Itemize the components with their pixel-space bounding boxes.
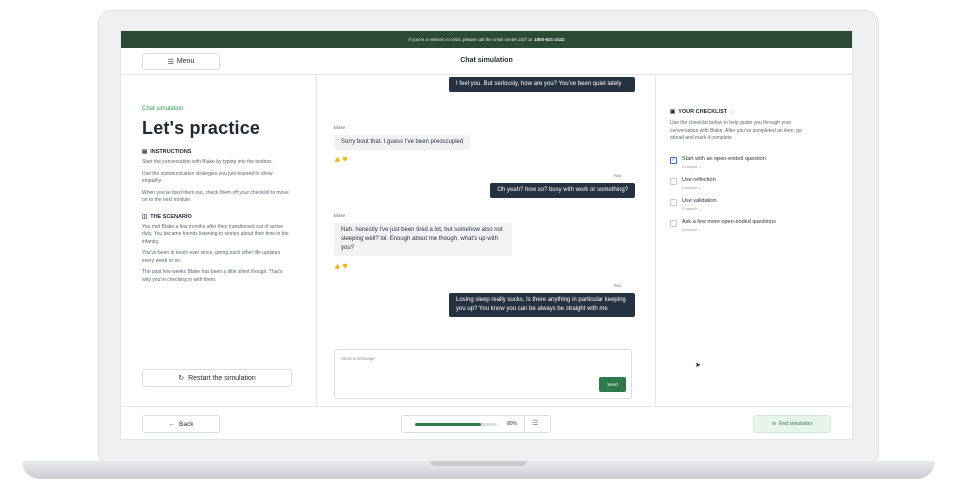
- restart-simulation-button[interactable]: ↻ Restart the simulation: [142, 369, 292, 387]
- info-icon[interactable]: ⓘ: [730, 108, 736, 116]
- reaction-icons[interactable]: 👍 👎: [334, 157, 348, 163]
- reaction-icons[interactable]: 👍 👎: [334, 264, 348, 270]
- checklist-item-label: Start with an open-ended question: [682, 155, 766, 162]
- scenario-title-text: THE SCENARIO: [150, 213, 192, 220]
- instruction-text: When you've tried them out, check them o…: [142, 189, 289, 204]
- document-icon: ▤: [142, 149, 148, 155]
- clipboard-icon: ▣: [670, 109, 676, 115]
- back-label: Back: [179, 420, 194, 428]
- chat-panel: I feel you. But seriously, how are you? …: [317, 75, 656, 406]
- top-bar: ☰ Menu Chat simulation: [121, 48, 852, 75]
- list-icon[interactable]: ☰: [532, 419, 538, 427]
- checklist-panel: ▣ YOUR CHECKLIST ⓘ Use the checklist bel…: [656, 75, 852, 406]
- message-input[interactable]: Send a message Send: [334, 349, 632, 399]
- checkbox[interactable]: [670, 219, 677, 227]
- message-sender: You: [613, 283, 621, 288]
- scenario-text: You've been in touch ever since, giving …: [142, 250, 281, 264]
- example-toggle[interactable]: Example ⌄: [682, 206, 717, 211]
- checklist-title: ▣ YOUR CHECKLIST ⓘ: [670, 108, 838, 116]
- example-toggle[interactable]: Example ⌄: [682, 185, 716, 190]
- chat-message-user: I feel you. But seriously, how are you? …: [449, 77, 635, 92]
- instructions-title: ▤ INSTRUCTIONS: [142, 149, 316, 155]
- chat-message-user: Losing sleep really sucks. Is there anyt…: [449, 293, 635, 317]
- example-toggle[interactable]: Example ⌄: [682, 227, 776, 232]
- eyebrow-label: Chat simulation: [142, 106, 184, 112]
- checklist-item[interactable]: Use validation Example ⌄: [670, 198, 838, 211]
- checklist-item[interactable]: ✓ Start with an open-ended question Exam…: [670, 156, 838, 169]
- message-sender: Blake: [334, 125, 346, 130]
- back-button[interactable]: ← Back: [142, 415, 220, 433]
- example-toggle[interactable]: Example ⌄: [682, 164, 766, 169]
- message-sender: You: [613, 173, 621, 178]
- arrow-left-icon: ←: [168, 420, 176, 428]
- checklist-item-label: Use reflection: [682, 176, 716, 183]
- instructions-title-text: INSTRUCTIONS: [150, 149, 192, 155]
- instructions-panel: Chat simulation Let's practice ▤ INSTRUC…: [121, 75, 317, 406]
- laptop-notch: [430, 461, 527, 466]
- restart-label: Restart the simulation: [188, 374, 256, 382]
- checklist-item[interactable]: Use reflection Example ⌄: [670, 177, 838, 190]
- progress-fill: [415, 423, 481, 426]
- refresh-icon: ↻: [178, 375, 185, 382]
- instruction-text: Use the communication strategies you jus…: [142, 170, 273, 185]
- divider: [524, 416, 525, 432]
- checkbox[interactable]: [670, 198, 677, 206]
- message-placeholder: Send a message: [341, 356, 375, 361]
- end-simulation-button[interactable]: ⊘ End simulation: [753, 415, 831, 433]
- checklist-item-label: Use validation: [682, 197, 717, 204]
- check-circle-icon: ⊘: [772, 421, 777, 427]
- scenario-text: You met Blake a few months after they tr…: [142, 223, 289, 245]
- send-button[interactable]: Send: [599, 377, 626, 392]
- checklist-title-text: YOUR CHECKLIST: [678, 109, 728, 115]
- app-screen: If you're a veteran in crisis, please ca…: [120, 30, 853, 440]
- checklist-item[interactable]: Ask a few more open-ended questions Exam…: [670, 219, 838, 232]
- checkbox-checked[interactable]: ✓: [670, 156, 677, 164]
- scenario-title: ◫ THE SCENARIO: [142, 214, 316, 220]
- mouse-cursor-icon: ➤: [695, 362, 701, 369]
- message-sender: Blake: [334, 213, 346, 218]
- progress-track: [415, 423, 497, 426]
- checklist-item-label: Ask a few more open-ended questions: [682, 218, 776, 225]
- progress-indicator: 80% ☰: [401, 415, 551, 433]
- chat-message-blake: Sorry bout that. I guess I've been preoc…: [334, 135, 471, 150]
- footer-bar: ← Back 80% ☰ ⊘ End simulation: [121, 406, 852, 439]
- crisis-banner-text: If you're a veteran in crisis, please ca…: [408, 37, 533, 42]
- crisis-phone-link[interactable]: 1800-631-2432: [534, 37, 565, 42]
- chat-message-user: Oh yeah? how so? busy with work or somet…: [490, 183, 635, 198]
- chat-bubble-icon: ◫: [142, 213, 148, 220]
- page-title: Chat simulation: [460, 57, 513, 64]
- checkbox[interactable]: [670, 177, 677, 185]
- end-label: End simulation: [779, 421, 812, 427]
- practice-heading: Let's practice: [142, 118, 261, 138]
- crisis-banner: If you're a veteran in crisis, please ca…: [121, 31, 852, 48]
- instruction-text: Start the conversation with Blake by typ…: [142, 159, 273, 165]
- checklist-description: Use the checklist below to help guide yo…: [670, 120, 802, 141]
- scenario-text: The past few weeks Blake has been a litt…: [142, 269, 283, 283]
- progress-percent: 80%: [507, 421, 518, 427]
- chat-message-blake: Nah. honestly I've just been tired a lot…: [334, 223, 512, 256]
